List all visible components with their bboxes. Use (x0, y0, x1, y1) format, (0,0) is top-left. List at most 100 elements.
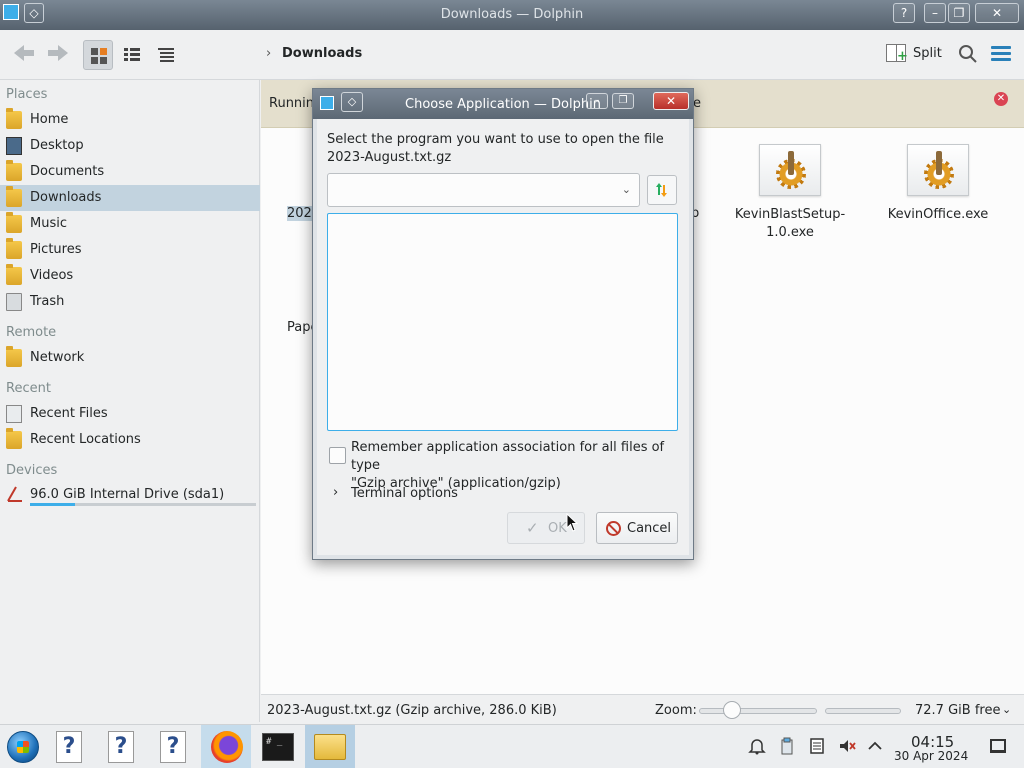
notification-text-fragment: e (693, 96, 701, 111)
chevron-up-icon[interactable] (866, 737, 884, 755)
prompt-line-1: Select the program you want to use to op… (327, 132, 664, 147)
maximize-button[interactable]: ❐ (948, 3, 970, 23)
details-view-button[interactable] (151, 40, 181, 70)
zoom-slider[interactable] (699, 708, 817, 714)
downloads-folder-icon (6, 186, 22, 207)
choose-application-dialog: ◇ Choose Application — Dolphin – ❐ ✕ Sel… (312, 88, 694, 560)
sidebar-item-recent-locations[interactable]: Recent Locations (0, 427, 260, 453)
zoom-slider-handle[interactable] (723, 701, 741, 719)
forward-button[interactable] (44, 43, 72, 67)
sidebar-item-trash[interactable]: Trash (0, 289, 260, 315)
dialog-body: Select the program you want to use to op… (317, 119, 689, 555)
minimize-button[interactable]: – (924, 3, 946, 23)
breadcrumb-chevron: › (266, 46, 272, 61)
sidebar-item-downloads[interactable]: Downloads (0, 185, 260, 211)
notification-close-icon[interactable]: ✕ (994, 92, 1008, 106)
hamburger-menu-icon[interactable] (991, 46, 1011, 62)
back-button[interactable] (10, 43, 38, 67)
show-desktop-icon[interactable] (990, 739, 1006, 753)
icons-view-icon (91, 48, 107, 64)
task-help-1[interactable]: ? (44, 725, 94, 768)
file-manager-icon (314, 734, 346, 760)
sidebar-item-label: Pictures (30, 242, 82, 257)
terminal-icon: # _ (262, 733, 294, 761)
arrow-right-icon (48, 45, 68, 61)
sidebar-item-label: Trash (30, 294, 65, 309)
sidebar-item-music[interactable]: Music (0, 211, 260, 237)
sidebar-item-label: 96.0 GiB Internal Drive (sda1) (30, 487, 225, 502)
cancel-icon (606, 521, 621, 536)
checkmark-icon: ✓ (526, 519, 539, 537)
icons-view-button[interactable] (83, 40, 113, 70)
section-devices: Devices (6, 463, 58, 478)
arrow-left-icon (14, 45, 34, 61)
documents-folder-icon (6, 160, 22, 181)
close-button[interactable]: ✕ (975, 3, 1019, 23)
dialog-minimize-button[interactable]: – (586, 93, 608, 109)
clipboard-icon[interactable] (778, 737, 796, 755)
chevron-right-icon[interactable]: › (333, 485, 338, 500)
split-label: Split (913, 46, 942, 61)
executable-icon (907, 144, 969, 196)
mouse-cursor-icon (566, 513, 579, 532)
sidebar-item-desktop[interactable]: Desktop (0, 133, 260, 159)
search-icon[interactable] (958, 44, 978, 64)
application-tree-list[interactable] (327, 213, 678, 431)
sidebar-item-label: Home (30, 112, 69, 127)
cancel-label: Cancel (627, 521, 672, 536)
dialog-maximize-button[interactable]: ❐ (612, 93, 634, 109)
file-item-kevinoffice[interactable]: KevinOffice.exe (879, 144, 997, 224)
window-titlebar: ◇ Downloads — Dolphin ? – ❐ ✕ (0, 0, 1024, 30)
main-toolbar (0, 30, 1024, 80)
free-space-label[interactable]: 72.7 GiB free (915, 703, 1000, 718)
sidebar-item-internal-drive[interactable]: 96.0 GiB Internal Drive (sda1) (0, 481, 260, 507)
taskbar: ? ? ? # _ 04:15 30 Apr 2024 (0, 724, 1024, 768)
trash-icon (6, 293, 22, 311)
file-item-kevinblastsetup[interactable]: KevinBlastSetup-1.0.exe (727, 144, 853, 242)
sidebar-item-label: Music (30, 216, 67, 231)
browse-button[interactable] (647, 175, 677, 205)
details-view-icon (158, 48, 174, 62)
file-name: KevinBlastSetup-1.0.exe (734, 207, 846, 240)
remember-association-label[interactable]: Remember application association for all… (351, 439, 681, 493)
task-help-2[interactable]: ? (96, 725, 146, 768)
ok-label: OK (548, 521, 567, 536)
sidebar-item-home[interactable]: Home (0, 107, 260, 133)
help-button[interactable]: ? (893, 3, 915, 23)
application-combo-box[interactable]: ⌄ (327, 173, 640, 207)
bell-icon[interactable] (748, 737, 766, 755)
clock-date[interactable]: 30 Apr 2024 (894, 749, 968, 763)
start-orb-icon (7, 731, 39, 763)
start-menu-button[interactable] (0, 725, 50, 768)
remember-association-checkbox[interactable] (329, 447, 346, 464)
window-title: Downloads — Dolphin (440, 7, 584, 22)
help-icon: ? (160, 731, 186, 763)
sidebar-item-recent-files[interactable]: Recent Files (0, 401, 260, 427)
chevron-down-icon[interactable]: ⌄ (1002, 703, 1011, 716)
sidebar-item-videos[interactable]: Videos (0, 263, 260, 289)
pictures-folder-icon (6, 238, 22, 259)
gear-icon (924, 151, 954, 189)
volume-muted-icon[interactable] (838, 737, 856, 755)
task-firefox[interactable] (201, 725, 251, 768)
recent-files-icon (6, 405, 22, 423)
sidebar-item-network[interactable]: Network (0, 345, 260, 371)
compact-view-button[interactable] (117, 40, 147, 70)
dialog-close-button[interactable]: ✕ (653, 92, 689, 110)
terminal-options-toggle[interactable]: Terminal options (351, 486, 458, 501)
task-dolphin[interactable] (305, 725, 355, 768)
firefox-icon (211, 731, 243, 763)
home-folder-icon (6, 108, 22, 129)
notes-icon[interactable] (808, 737, 826, 755)
task-terminal[interactable]: # _ (252, 725, 302, 768)
free-space-bar[interactable] (825, 708, 901, 714)
dialog-prompt: Select the program you want to use to op… (327, 131, 667, 167)
cancel-button[interactable]: Cancel (596, 512, 678, 544)
sidebar-item-documents[interactable]: Documents (0, 159, 260, 185)
dialog-titlebar: ◇ Choose Application — Dolphin – ❐ ✕ (313, 89, 693, 119)
sidebar-item-label: Network (30, 350, 85, 365)
sidebar-item-label: Recent Files (30, 406, 108, 421)
sidebar-item-pictures[interactable]: Pictures (0, 237, 260, 263)
breadcrumb-downloads[interactable]: Downloads (282, 46, 362, 61)
task-help-3[interactable]: ? (148, 725, 198, 768)
